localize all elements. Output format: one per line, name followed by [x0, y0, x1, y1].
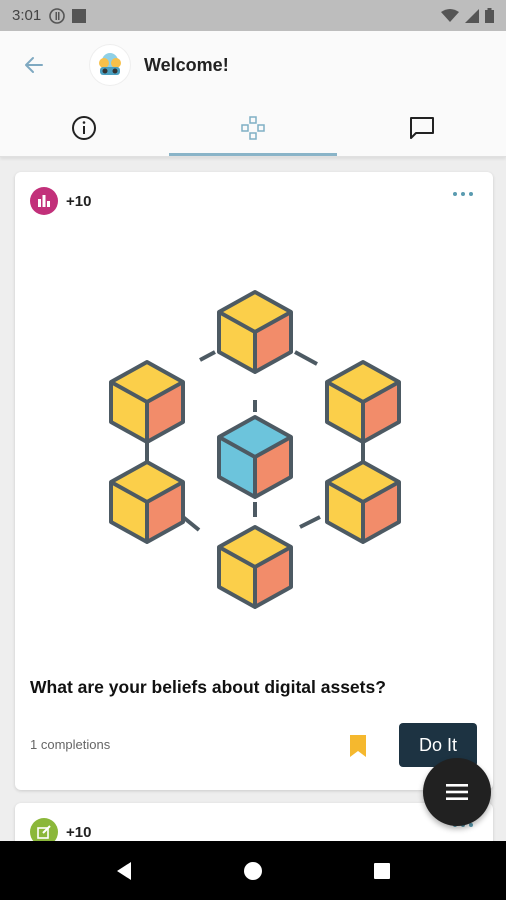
- battery-icon: [485, 8, 494, 23]
- page-title: Welcome!: [144, 54, 229, 75]
- activity-question: What are your beliefs about digital asse…: [30, 677, 386, 697]
- bookmark-button[interactable]: [347, 734, 369, 763]
- cube-right-upper: [325, 360, 401, 444]
- blockchain-illustration: [109, 290, 401, 609]
- wifi-icon: [441, 8, 459, 22]
- info-icon: [72, 115, 97, 140]
- dot: [461, 192, 465, 196]
- completions-count: 1 completions: [30, 737, 111, 752]
- cube-left-lower: [109, 460, 185, 544]
- status-time: 3:01: [12, 7, 42, 24]
- points-label: +10: [66, 823, 92, 841]
- signal-icon: [465, 8, 479, 23]
- arrow-left-icon: [25, 57, 43, 73]
- edit-icon: [37, 825, 51, 839]
- gamepad-icon: [241, 115, 265, 140]
- status-bar: 3:01: [0, 0, 506, 31]
- activity-card[interactable]: +10: [15, 172, 493, 790]
- nav-back-icon[interactable]: [113, 860, 135, 882]
- community-logo-icon: [99, 53, 121, 75]
- nav-home-icon[interactable]: [242, 860, 264, 882]
- dot: [453, 192, 457, 196]
- avatar[interactable]: [90, 45, 130, 85]
- app-header: Welcome!: [0, 31, 506, 99]
- points-label: +10: [66, 192, 92, 210]
- media-icon: [49, 7, 66, 24]
- hamburger-icon: [446, 784, 468, 800]
- cube-center: [217, 415, 293, 499]
- poll-badge: [30, 187, 58, 215]
- cube-left-upper: [109, 360, 185, 444]
- bar-chart-icon: [38, 195, 50, 207]
- points-row: +10: [30, 187, 91, 215]
- menu-fab[interactable]: [423, 758, 491, 826]
- tab-bar: [0, 99, 506, 157]
- system-nav-bar: [0, 841, 506, 900]
- cube-top: [217, 290, 293, 374]
- cube-right-lower: [325, 460, 401, 544]
- nav-recents-icon[interactable]: [371, 860, 393, 882]
- tab-activities[interactable]: [168, 99, 338, 156]
- back-button[interactable]: [14, 45, 54, 85]
- notification-icon: [72, 8, 87, 23]
- dot: [469, 823, 473, 827]
- dot: [469, 192, 473, 196]
- tab-info[interactable]: [0, 99, 169, 156]
- more-options-button[interactable]: [453, 192, 473, 196]
- cube-bottom: [217, 525, 293, 609]
- bookmark-icon: [350, 735, 366, 757]
- tab-chat[interactable]: [337, 99, 506, 156]
- chat-icon: [409, 116, 434, 139]
